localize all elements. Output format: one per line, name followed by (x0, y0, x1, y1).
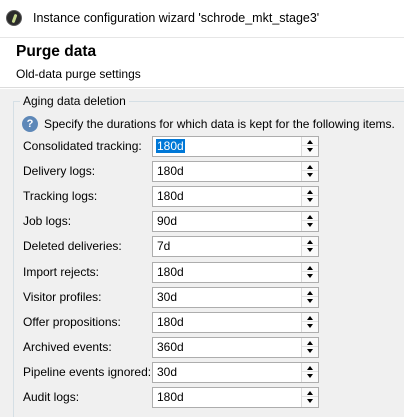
wizard-header: Purge data Old-data purge settings (0, 38, 404, 88)
field-row: Archived events: 360d (0, 336, 404, 359)
spin-buttons (301, 187, 318, 207)
spin-up-icon[interactable] (302, 288, 318, 297)
duration-spinner[interactable]: 180d (152, 161, 319, 183)
duration-value[interactable]: 30d (156, 290, 178, 304)
duration-value[interactable]: 360d (156, 340, 185, 354)
duration-value[interactable]: 180d (156, 164, 185, 178)
duration-value[interactable]: 180d (156, 139, 185, 153)
spin-down-icon[interactable] (302, 322, 318, 331)
spin-up-icon[interactable] (302, 313, 318, 322)
field-label: Import rejects: (23, 264, 100, 279)
duration-value[interactable]: 180d (156, 315, 185, 329)
duration-spinner[interactable]: 90d (152, 211, 319, 233)
group-legend: Aging data deletion (20, 94, 129, 108)
spin-up-icon[interactable] (302, 237, 318, 247)
spin-up-icon[interactable] (302, 187, 318, 197)
duration-spinner[interactable]: 180d (152, 311, 319, 333)
duration-value[interactable]: 180d (156, 265, 185, 279)
field-row: Import rejects: 180d (0, 261, 404, 284)
spin-down-icon[interactable] (302, 196, 318, 205)
duration-spinner[interactable]: 180d (152, 186, 319, 208)
duration-spinner[interactable]: 180d (152, 136, 319, 157)
field-label: Visitor profiles: (23, 289, 102, 304)
help-icon: ? (22, 116, 38, 132)
spin-up-icon[interactable] (302, 338, 318, 347)
duration-value[interactable]: 7d (156, 239, 171, 253)
spin-down-icon[interactable] (302, 146, 318, 155)
page-subtitle: Old-data purge settings (16, 67, 141, 81)
spin-buttons (301, 212, 318, 232)
field-row: Deleted deliveries: 7d (0, 236, 404, 258)
spin-down-icon[interactable] (302, 347, 318, 356)
spin-buttons (301, 262, 318, 282)
spin-down-icon[interactable] (302, 372, 318, 381)
spin-down-icon[interactable] (302, 171, 318, 180)
field-label: Delivery logs: (23, 164, 96, 179)
duration-spinner[interactable]: 180d (152, 387, 319, 408)
field-label: Tracking logs: (23, 189, 98, 204)
field-row: Tracking logs: 180d (0, 186, 404, 208)
duration-spinner[interactable]: 180d (152, 261, 319, 283)
spin-buttons (301, 287, 318, 307)
field-label: Consolidated tracking: (23, 139, 142, 153)
duration-value[interactable]: 180d (156, 390, 185, 404)
spin-up-icon[interactable] (302, 162, 318, 172)
spin-down-icon[interactable] (302, 221, 318, 230)
spin-up-icon[interactable] (302, 363, 318, 372)
duration-spinner[interactable]: 30d (152, 286, 319, 308)
spin-buttons (301, 137, 318, 156)
spin-buttons (301, 362, 318, 382)
spin-down-icon[interactable] (302, 246, 318, 255)
field-label: Deleted deliveries: (23, 239, 122, 254)
duration-value[interactable]: 30d (156, 365, 178, 379)
spin-buttons (301, 237, 318, 257)
wizard-content: Aging data deletion ? Specify the durati… (0, 89, 404, 417)
page-title: Purge data (16, 43, 97, 60)
duration-spinner[interactable]: 360d (152, 336, 319, 358)
spin-buttons (301, 162, 318, 182)
window-titlebar[interactable]: Instance configuration wizard 'schrode_m… (0, 0, 404, 38)
duration-spinner[interactable]: 7d (152, 236, 319, 258)
field-label: Audit logs: (23, 390, 80, 404)
spin-down-icon[interactable] (302, 272, 318, 281)
field-row: Delivery logs: 180d (0, 161, 404, 183)
duration-value[interactable]: 180d (156, 189, 185, 203)
field-label: Offer propositions: (23, 314, 121, 329)
field-row: Visitor profiles: 30d (0, 286, 404, 309)
spin-up-icon[interactable] (302, 212, 318, 222)
field-row: Job logs: 90d (0, 211, 404, 233)
spin-down-icon[interactable] (302, 297, 318, 306)
window-title: Instance configuration wizard 'schrode_m… (33, 11, 320, 25)
field-row: Audit logs: 180d (0, 387, 404, 409)
spin-up-icon[interactable] (302, 388, 318, 397)
spin-up-icon[interactable] (302, 263, 318, 272)
duration-spinner[interactable]: 30d (152, 361, 319, 383)
field-row: Offer propositions: 180d (0, 311, 404, 334)
field-label: Pipeline events ignored: (23, 364, 152, 379)
spin-up-icon[interactable] (302, 137, 318, 146)
spin-buttons (301, 312, 318, 332)
app-logo-icon (6, 10, 22, 26)
spin-buttons (301, 388, 318, 407)
spin-down-icon[interactable] (302, 397, 318, 406)
field-label: Job logs: (23, 214, 72, 229)
spin-buttons (301, 337, 318, 357)
field-row: Consolidated tracking: 180d (0, 136, 404, 158)
field-label: Archived events: (23, 339, 112, 354)
duration-value[interactable]: 90d (156, 214, 178, 228)
field-row: Pipeline events ignored: 30d (0, 361, 404, 384)
info-text: Specify the durations for which data is … (44, 117, 395, 131)
